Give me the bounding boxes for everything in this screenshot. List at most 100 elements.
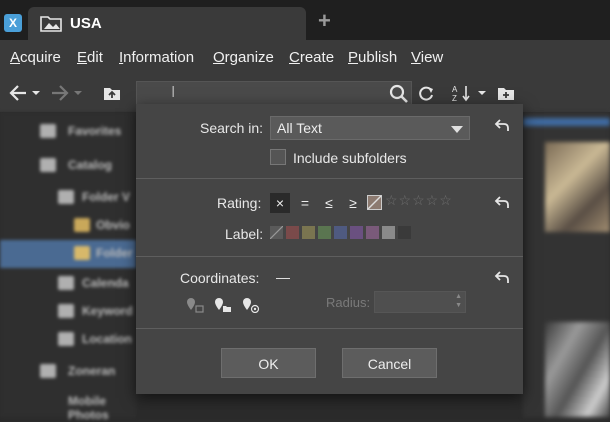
cancel-button[interactable]: Cancel — [342, 348, 437, 378]
location-pin-radius-icon[interactable] — [242, 297, 260, 313]
catalog-icon — [40, 158, 56, 172]
search-in-value: All Text — [277, 120, 322, 136]
search-icon[interactable] — [389, 84, 409, 104]
label-label: Label: — [225, 226, 264, 242]
menu-acquire[interactable]: Acquire — [10, 49, 61, 66]
folder-up-icon[interactable] — [102, 84, 122, 102]
radius-label: Radius: — [326, 295, 371, 310]
label-color-swatch[interactable] — [318, 226, 331, 239]
menu-organize-mnemonic: O — [213, 49, 225, 66]
menu-edit-mnemonic: E — [77, 49, 88, 66]
undo-icon[interactable] — [494, 195, 510, 209]
sidebar-item-obvio[interactable]: Obvio — [0, 212, 136, 240]
rating-less-equal-button[interactable]: ≤ — [319, 193, 339, 213]
sidebar-item-folder-selected[interactable]: Folder — [0, 240, 136, 268]
tab-bar: X USA + — [0, 0, 610, 40]
sidebar-item-label: Zoneran — [68, 364, 116, 378]
sidebar-item-location[interactable]: Location — [0, 326, 136, 354]
label-color-swatch[interactable] — [334, 226, 347, 239]
menu-acquire-label: cquire — [20, 49, 61, 66]
sidebar-item-label: Mobile Photos — [68, 394, 109, 422]
new-folder-icon[interactable] — [496, 84, 516, 102]
add-tab-icon[interactable]: + — [318, 10, 331, 32]
search-in-select[interactable]: All Text — [270, 116, 470, 140]
sidebar: Favorites Catalog Folder V Obvio Folder … — [0, 112, 136, 422]
sidebar-item-label: Favorites — [68, 124, 122, 138]
folder-icon — [58, 190, 74, 204]
no-label-swatch[interactable] — [269, 225, 284, 240]
label-color-swatch[interactable] — [366, 226, 379, 239]
thumbnail-image[interactable] — [545, 142, 610, 232]
tab-usa[interactable]: USA — [28, 7, 306, 40]
label-color-swatch[interactable] — [350, 226, 363, 239]
radius-input[interactable]: ▲ ▼ — [374, 291, 466, 313]
undo-icon[interactable] — [494, 270, 510, 284]
include-subfolders-checkbox[interactable] — [270, 149, 286, 165]
menu-edit-label: dit — [87, 49, 103, 66]
tag-icon — [58, 304, 74, 318]
location-pin-photo-icon[interactable] — [186, 297, 204, 313]
spin-up-icon[interactable]: ▲ — [455, 293, 462, 300]
location-pin-folder-icon[interactable] — [214, 297, 232, 313]
sidebar-item-calendar[interactable]: Calenda — [0, 270, 136, 298]
sort-az-icon[interactable]: A Z — [452, 84, 472, 102]
sidebar-item-label: Catalog — [68, 158, 113, 172]
refresh-icon[interactable] — [416, 84, 436, 102]
label-color-swatch[interactable] — [286, 226, 299, 239]
folder-icon — [40, 16, 62, 32]
menu-create-label: reate — [299, 49, 335, 66]
text-cursor-icon: I — [171, 84, 176, 101]
spin-down-icon[interactable]: ▼ — [455, 302, 462, 309]
chevron-down-icon[interactable] — [72, 84, 84, 102]
menu-publish-mnemonic: P — [348, 49, 359, 66]
thumbnail-image[interactable] — [545, 322, 610, 417]
rating-equal-button[interactable]: = — [295, 193, 315, 213]
folder-icon — [74, 218, 90, 232]
search-input[interactable]: I — [136, 81, 412, 105]
sidebar-item-catalog[interactable]: Catalog — [0, 152, 136, 180]
arrow-right-icon[interactable] — [50, 84, 70, 102]
sidebar-item-folder-view[interactable]: Folder V — [0, 184, 136, 212]
sidebar-item-zoner[interactable]: Zoneran — [0, 358, 136, 386]
sidebar-item-mobile-photos[interactable]: Mobile Photos — [0, 388, 136, 422]
arrow-left-icon[interactable] — [8, 84, 28, 102]
menu-information[interactable]: Information — [119, 49, 194, 66]
chevron-down-icon[interactable] — [30, 84, 42, 102]
chevron-down-icon — [451, 126, 463, 133]
tab-title: USA — [70, 15, 102, 32]
svg-text:Z: Z — [452, 94, 457, 102]
svg-text:A: A — [452, 85, 458, 94]
label-color-swatch[interactable] — [382, 226, 395, 239]
rating-label: Rating: — [217, 195, 262, 211]
app-logo-icon[interactable]: X — [4, 14, 22, 32]
divider — [136, 328, 523, 329]
ok-button[interactable]: OK — [221, 348, 316, 378]
no-rating-icon[interactable] — [367, 195, 382, 210]
divider — [136, 178, 523, 179]
rating-any-button[interactable]: × — [270, 193, 290, 213]
undo-icon[interactable] — [494, 118, 510, 132]
menu-bar: Acquire Edit Information Organize Create… — [0, 40, 610, 74]
menu-view[interactable]: View — [411, 49, 443, 66]
folder-icon — [74, 246, 90, 260]
location-icon — [58, 332, 74, 346]
coordinates-label: Coordinates: — [180, 270, 260, 286]
menu-organize-label: rganize — [224, 49, 274, 66]
sidebar-item-label: Folder V — [82, 190, 131, 204]
menu-organize[interactable]: Organize — [213, 49, 274, 66]
sidebar-item-favorites[interactable]: Favorites — [0, 118, 136, 146]
menu-publish[interactable]: Publish — [348, 49, 397, 66]
label-color-swatch[interactable] — [302, 226, 315, 239]
zoner-logo-icon — [40, 364, 56, 378]
menu-create[interactable]: Create — [289, 49, 334, 66]
calendar-icon — [58, 276, 74, 290]
coordinates-value: — — [276, 269, 290, 285]
menu-create-mnemonic: C — [289, 49, 300, 66]
rating-greater-equal-button[interactable]: ≥ — [343, 193, 363, 213]
sidebar-item-keywords[interactable]: Keyword — [0, 298, 136, 326]
rating-stars[interactable]: ☆☆☆☆☆ — [385, 192, 453, 209]
label-color-swatch[interactable] — [398, 226, 411, 239]
menu-view-label: iew — [420, 49, 444, 66]
menu-edit[interactable]: Edit — [77, 49, 103, 66]
chevron-down-icon[interactable] — [476, 84, 488, 102]
